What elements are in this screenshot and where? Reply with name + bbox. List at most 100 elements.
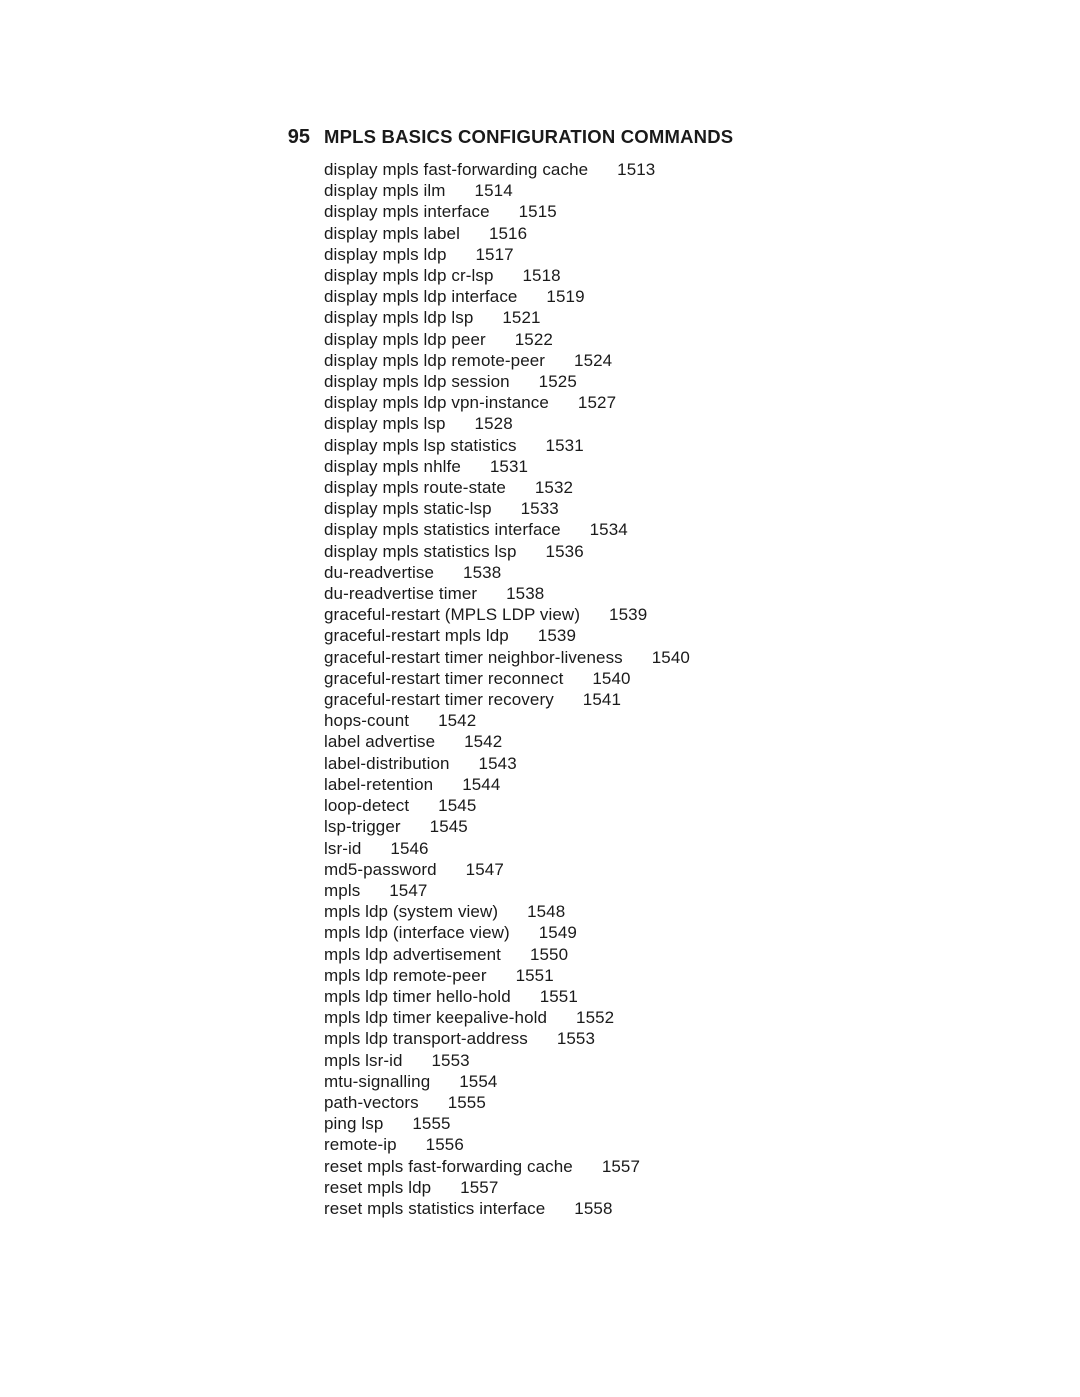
- toc-entry-page: 1534: [590, 520, 628, 539]
- toc-entry: display mpls ldp 1517: [324, 244, 982, 265]
- toc-entry-command: display mpls ldp remote-peer: [324, 351, 545, 370]
- toc-entry: label advertise 1542: [324, 731, 982, 752]
- toc-entry: display mpls nhlfe 1531: [324, 456, 982, 477]
- toc-entry: remote-ip 1556: [324, 1134, 982, 1155]
- toc-entry-command: graceful-restart timer reconnect: [324, 669, 563, 688]
- toc-entries: display mpls fast-forwarding cache 1513 d…: [324, 159, 982, 1219]
- toc-entry: mpls ldp timer hello-hold 1551: [324, 986, 982, 1007]
- toc-entry-page: 1517: [476, 245, 514, 264]
- toc-entry: mpls ldp remote-peer 1551: [324, 965, 982, 986]
- toc-entry-command: reset mpls ldp: [324, 1178, 431, 1197]
- toc-entry: md5-password 1547: [324, 859, 982, 880]
- toc-entry-page: 1556: [426, 1135, 464, 1154]
- toc-entry-page: 1516: [489, 224, 527, 243]
- toc-entry: display mpls ldp remote-peer 1524: [324, 350, 982, 371]
- toc-entry-page: 1551: [516, 966, 554, 985]
- toc-entry: mpls lsr-id 1553: [324, 1050, 982, 1071]
- toc-entry-page: 1531: [546, 436, 584, 455]
- toc-entry-command: graceful-restart mpls ldp: [324, 626, 509, 645]
- toc-entry-command: ping lsp: [324, 1114, 383, 1133]
- toc-entry-command: mpls ldp advertisement: [324, 945, 501, 964]
- toc-entry-page: 1551: [540, 987, 578, 1006]
- toc-entry-page: 1527: [578, 393, 616, 412]
- toc-entry: mpls ldp (interface view) 1549: [324, 922, 982, 943]
- toc-entry-command: display mpls statistics lsp: [324, 542, 517, 561]
- toc-entry: label-retention 1544: [324, 774, 982, 795]
- toc-entry: display mpls ldp peer 1522: [324, 329, 982, 350]
- toc-entry: loop-detect 1545: [324, 795, 982, 816]
- toc-entry-command: mtu-signalling: [324, 1072, 430, 1091]
- toc-entry: graceful-restart timer neighbor-liveness…: [324, 647, 982, 668]
- toc-entry-page: 1539: [609, 605, 647, 624]
- toc-entry-command: display mpls ilm: [324, 181, 446, 200]
- toc-entry-page: 1549: [539, 923, 577, 942]
- toc-entry-page: 1519: [546, 287, 584, 306]
- toc-entry: reset mpls ldp 1557: [324, 1177, 982, 1198]
- toc-entry-page: 1546: [390, 839, 428, 858]
- toc-entry-page: 1513: [617, 160, 655, 179]
- toc-entry-page: 1538: [463, 563, 501, 582]
- toc-entry-command: display mpls lsp statistics: [324, 436, 517, 455]
- toc-entry: path-vectors 1555: [324, 1092, 982, 1113]
- toc-entry-page: 1550: [530, 945, 568, 964]
- toc-entry-command: mpls ldp timer keepalive-hold: [324, 1008, 547, 1027]
- toc-entry-command: display mpls ldp vpn-instance: [324, 393, 549, 412]
- toc-entry-page: 1532: [535, 478, 573, 497]
- toc-entry-command: lsr-id: [324, 839, 361, 858]
- toc-entry-command: display mpls ldp lsp: [324, 308, 473, 327]
- toc-entry-command: label advertise: [324, 732, 435, 751]
- toc-entry: graceful-restart mpls ldp 1539: [324, 625, 982, 646]
- toc-entry: graceful-restart timer recovery 1541: [324, 689, 982, 710]
- toc-entry: mpls ldp (system view) 1548: [324, 901, 982, 922]
- toc-entry: display mpls lsp 1528: [324, 413, 982, 434]
- toc-entry-page: 1543: [479, 754, 517, 773]
- toc-entry-page: 1536: [546, 542, 584, 561]
- toc-entry-command: md5-password: [324, 860, 437, 879]
- toc-entry-page: 1545: [438, 796, 476, 815]
- toc-entry: display mpls ldp lsp 1521: [324, 307, 982, 328]
- toc-entry: display mpls statistics lsp 1536: [324, 541, 982, 562]
- toc-entry-command: display mpls interface: [324, 202, 490, 221]
- toc-entry-command: display mpls ldp cr-lsp: [324, 266, 494, 285]
- toc-entry-command: label-distribution: [324, 754, 450, 773]
- toc-entry-command: mpls ldp (interface view): [324, 923, 510, 942]
- toc-entry-page: 1552: [576, 1008, 614, 1027]
- toc-entry-page: 1538: [506, 584, 544, 603]
- toc-entry-command: mpls lsr-id: [324, 1051, 403, 1070]
- toc-entry: du-readvertise 1538: [324, 562, 982, 583]
- toc-entry: mpls ldp transport-address 1553: [324, 1028, 982, 1049]
- toc-entry: display mpls ldp cr-lsp 1518: [324, 265, 982, 286]
- toc-entry-command: du-readvertise timer: [324, 584, 477, 603]
- toc-entry-page: 1540: [652, 648, 690, 667]
- toc-entry: display mpls ldp interface 1519: [324, 286, 982, 307]
- toc-entry-page: 1554: [459, 1072, 497, 1091]
- toc-entry-page: 1528: [475, 414, 513, 433]
- toc-entry-page: 1531: [490, 457, 528, 476]
- toc-entry-command: graceful-restart timer recovery: [324, 690, 554, 709]
- toc-entry-command: hops-count: [324, 711, 409, 730]
- toc-entry: display mpls ldp session 1525: [324, 371, 982, 392]
- toc-entry: mtu-signalling 1554: [324, 1071, 982, 1092]
- toc-entry-command: display mpls ldp interface: [324, 287, 517, 306]
- toc-entry-command: path-vectors: [324, 1093, 419, 1112]
- toc-entry-command: display mpls fast-forwarding cache: [324, 160, 588, 179]
- toc-entry-page: 1514: [475, 181, 513, 200]
- toc-entry: display mpls route-state 1532: [324, 477, 982, 498]
- toc-entry-command: du-readvertise: [324, 563, 434, 582]
- toc-entry: lsr-id 1546: [324, 838, 982, 859]
- toc-entry-command: reset mpls statistics interface: [324, 1199, 545, 1218]
- toc-entry-command: graceful-restart timer neighbor-liveness: [324, 648, 623, 667]
- toc-entry: display mpls static-lsp 1533: [324, 498, 982, 519]
- toc-entry-command: display mpls nhlfe: [324, 457, 461, 476]
- toc-entry-page: 1544: [462, 775, 500, 794]
- toc-entry: ping lsp 1555: [324, 1113, 982, 1134]
- toc-entry-page: 1547: [389, 881, 427, 900]
- toc-entry: display mpls statistics interface 1534: [324, 519, 982, 540]
- toc-entry-page: 1524: [574, 351, 612, 370]
- toc-entry-command: display mpls ldp peer: [324, 330, 486, 349]
- toc-entry-page: 1553: [432, 1051, 470, 1070]
- toc-entry-command: mpls ldp timer hello-hold: [324, 987, 511, 1006]
- toc-entry-page: 1553: [557, 1029, 595, 1048]
- toc-entry: reset mpls fast-forwarding cache 1557: [324, 1156, 982, 1177]
- toc-entry-page: 1541: [583, 690, 621, 709]
